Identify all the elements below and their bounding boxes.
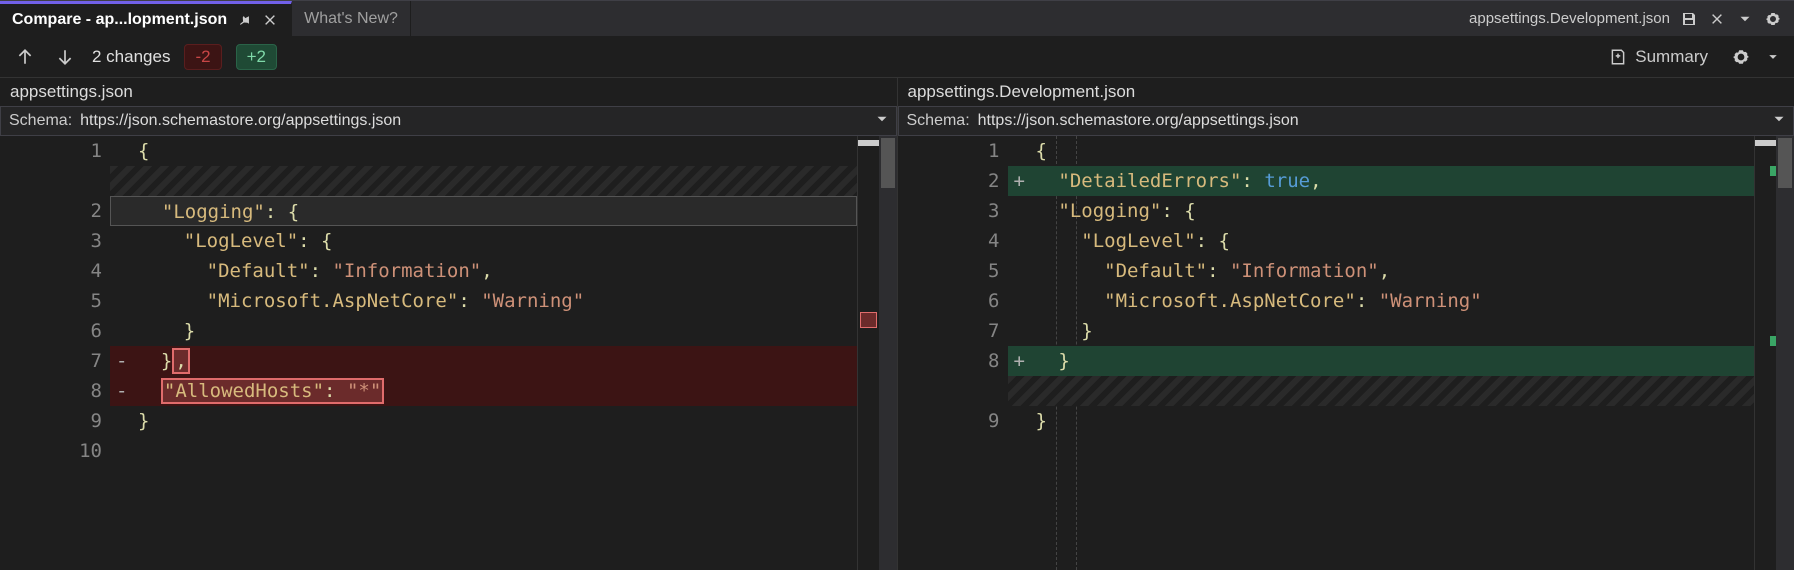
right-scrollbar[interactable] <box>1776 136 1794 570</box>
tab-spacer <box>411 1 1457 36</box>
left-minimap[interactable] <box>857 136 879 570</box>
line-number: 6 <box>898 286 1000 316</box>
line-number: 9 <box>0 406 102 436</box>
changes-label: 2 changes <box>92 47 170 67</box>
code-line: "Default": "Information", <box>1008 256 1755 286</box>
code-line-deleted: - "AllowedHosts": "*" <box>110 376 857 406</box>
code-line: "Microsoft.AspNetCore": "Warning" <box>1008 286 1755 316</box>
close-icon[interactable] <box>261 11 279 29</box>
next-change-button[interactable] <box>52 44 78 70</box>
pin-icon[interactable] <box>235 11 253 29</box>
right-schema-bar[interactable]: Schema: https://json.schemastore.org/app… <box>898 106 1794 136</box>
line-number: 8 <box>898 346 1000 376</box>
tab-title: Compare - ap...lopment.json <box>12 11 227 29</box>
left-editor[interactable]: 1 2 3 4 5 6 7 8 9 10 { "Logging": { "Log… <box>0 136 897 570</box>
diff-toolbar: 2 changes -2 +2 Summary <box>0 36 1794 78</box>
tab-compare[interactable]: Compare - ap...lopment.json <box>0 1 292 36</box>
code-line-added: + } <box>1008 346 1755 376</box>
code-line: "LogLevel": { <box>110 226 857 256</box>
code-line: "Default": "Information", <box>110 256 857 286</box>
line-number: 7 <box>0 346 102 376</box>
schema-url: https://json.schemastore.org/appsettings… <box>978 112 1765 130</box>
line-number <box>898 376 1000 406</box>
deletions-badge: -2 <box>184 44 221 70</box>
chevron-down-icon[interactable] <box>876 112 888 130</box>
line-number: 1 <box>898 136 1000 166</box>
tab-whats-new[interactable]: What's New? <box>292 1 411 36</box>
line-number <box>898 436 1000 466</box>
right-code[interactable]: { + "DetailedErrors": true, "Logging": {… <box>1008 136 1755 570</box>
right-gutter: 1 2 3 4 5 6 7 8 9 <box>898 136 1008 570</box>
left-code[interactable]: { "Logging": { "LogLevel": { "Default": … <box>110 136 857 570</box>
line-number: 2 <box>898 166 1000 196</box>
code-line: "Logging": { <box>1008 196 1755 226</box>
line-number: 10 <box>0 436 102 466</box>
additions-badge: +2 <box>236 44 277 70</box>
prev-change-button[interactable] <box>12 44 38 70</box>
tab-right-group: appsettings.Development.json <box>1457 1 1794 36</box>
code-line <box>110 436 857 466</box>
code-line: } <box>110 316 857 346</box>
code-line: { <box>110 136 857 166</box>
code-line-placeholder <box>110 166 857 196</box>
left-gutter: 1 2 3 4 5 6 7 8 9 10 <box>0 136 110 570</box>
right-pane: appsettings.Development.json Schema: htt… <box>898 78 1794 570</box>
gear-icon[interactable] <box>1732 48 1750 66</box>
line-number: 7 <box>898 316 1000 346</box>
right-pane-header: appsettings.Development.json <box>898 78 1794 106</box>
line-number: 1 <box>0 136 102 166</box>
code-line: "Logging": { <box>110 196 857 226</box>
chevron-down-icon[interactable] <box>1764 48 1782 66</box>
line-number: 6 <box>0 316 102 346</box>
code-line-deleted: - }, <box>110 346 857 376</box>
line-number: 4 <box>898 226 1000 256</box>
left-scrollbar[interactable] <box>879 136 897 570</box>
line-number <box>0 166 102 196</box>
gear-icon[interactable] <box>1764 10 1782 28</box>
line-number: 9 <box>898 406 1000 436</box>
schema-label: Schema: <box>9 112 72 130</box>
diff-panes: appsettings.json Schema: https://json.sc… <box>0 78 1794 570</box>
line-number: 2 <box>0 196 102 226</box>
code-line-placeholder <box>1008 376 1755 406</box>
line-number: 8 <box>0 376 102 406</box>
left-schema-bar[interactable]: Schema: https://json.schemastore.org/app… <box>0 106 897 136</box>
code-line: "LogLevel": { <box>1008 226 1755 256</box>
line-number: 5 <box>0 286 102 316</box>
code-line: } <box>110 406 857 436</box>
line-number: 4 <box>0 256 102 286</box>
right-filename: appsettings.Development.json <box>1469 10 1670 27</box>
right-editor[interactable]: 1 2 3 4 5 6 7 8 9 { + "DetailedErrors": … <box>898 136 1794 570</box>
code-line <box>1008 436 1755 466</box>
code-line: { <box>1008 136 1755 166</box>
line-number: 3 <box>898 196 1000 226</box>
code-line: } <box>1008 406 1755 436</box>
left-pane: appsettings.json Schema: https://json.sc… <box>0 78 898 570</box>
chevron-down-icon[interactable] <box>1773 112 1785 130</box>
left-pane-header: appsettings.json <box>0 78 897 106</box>
save-icon[interactable] <box>1680 10 1698 28</box>
chevron-down-icon[interactable] <box>1736 10 1754 28</box>
code-line-added: + "DetailedErrors": true, <box>1008 166 1755 196</box>
code-line: "Microsoft.AspNetCore": "Warning" <box>110 286 857 316</box>
tab-bar: Compare - ap...lopment.json What's New? … <box>0 0 1794 36</box>
tab-title: What's New? <box>304 10 398 28</box>
summary-label: Summary <box>1635 47 1708 67</box>
schema-label: Schema: <box>907 112 970 130</box>
line-number: 3 <box>0 226 102 256</box>
line-number: 5 <box>898 256 1000 286</box>
close-icon[interactable] <box>1708 10 1726 28</box>
right-minimap[interactable] <box>1754 136 1776 570</box>
summary-button[interactable]: Summary <box>1599 43 1718 71</box>
code-line: } <box>1008 316 1755 346</box>
schema-url: https://json.schemastore.org/appsettings… <box>80 112 867 130</box>
